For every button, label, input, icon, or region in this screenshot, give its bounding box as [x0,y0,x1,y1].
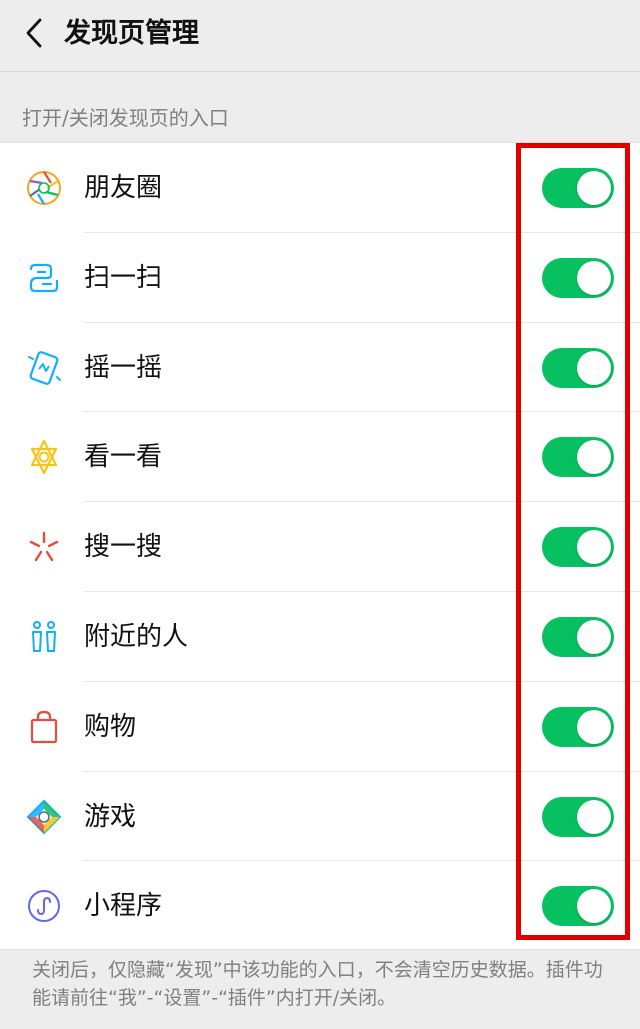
list-item-top-stories: 看一看 [0,412,640,503]
shake-phone-icon [25,349,63,387]
game-diamond-icon [25,798,63,836]
item-label-scan: 扫一扫 [84,262,163,293]
section-title: 打开/关闭发现页的入口 [22,106,229,130]
list-item-mini-programs: 小程序 [0,861,640,951]
toggle-knob [577,799,611,834]
list-item-moments: 朋友圈 [0,143,640,233]
chevron-left-icon [24,17,44,53]
search-spark-icon [25,528,63,566]
shopping-bag-icon [25,708,63,746]
list-item-people-nearby: 附近的人 [0,592,640,682]
item-label-people-nearby: 附近的人 [84,621,189,652]
item-label-search: 搜一搜 [84,532,163,563]
list-item-scan: 扫一扫 [0,233,640,323]
item-label-shake: 摇一摇 [84,352,163,383]
scan-icon [25,259,63,297]
top-stories-icon [25,438,63,476]
footer-note: 关闭后，仅隐藏“发现”中该功能的入口，不会清空历史数据。插件功能请前往“我”-“… [32,959,603,1009]
toggle-games[interactable] [542,796,614,837]
toggle-knob [577,171,611,205]
item-label-shopping: 购物 [84,711,137,742]
people-nearby-icon [25,618,63,656]
item-label-games: 游戏 [84,801,137,832]
back-button[interactable] [14,12,54,58]
toggle-knob [577,619,611,654]
item-label-top-stories: 看一看 [84,442,163,473]
list-item-games: 游戏 [0,772,640,862]
list-item-shopping: 购物 [0,682,640,772]
toggle-knob [577,440,611,475]
toggle-knob [577,530,611,565]
toggle-top-stories[interactable] [542,437,614,478]
toggle-scan[interactable] [542,257,614,298]
toggle-knob [577,709,611,744]
toggle-shopping[interactable] [542,706,614,747]
toggle-mini-programs[interactable] [542,886,614,927]
toggle-people-nearby[interactable] [542,616,614,657]
item-label-mini-programs: 小程序 [84,891,163,922]
page-title: 发现页管理 [64,18,199,49]
list-item-search: 搜一搜 [0,502,640,592]
list-item-shake: 摇一摇 [0,323,640,413]
discover-management-page: 发现页管理 打开/关闭发现页的入口 朋友圈 扫一扫 摇一摇 看一看 搜一搜 附近… [0,0,640,1029]
navigation-bar: 发现页管理 [0,0,640,72]
toggle-knob [577,260,611,295]
discover-entry-list: 朋友圈 扫一扫 摇一摇 看一看 搜一搜 附近的人 购物 游戏 小程序 [0,142,640,950]
item-label-moments: 朋友圈 [84,173,163,203]
mini-program-icon [25,887,63,925]
toggle-search[interactable] [542,527,614,568]
toggle-knob [577,350,611,385]
toggle-moments[interactable] [542,168,614,208]
toggle-knob [577,889,611,924]
moments-aperture-icon [25,169,63,207]
toggle-shake[interactable] [542,347,614,388]
